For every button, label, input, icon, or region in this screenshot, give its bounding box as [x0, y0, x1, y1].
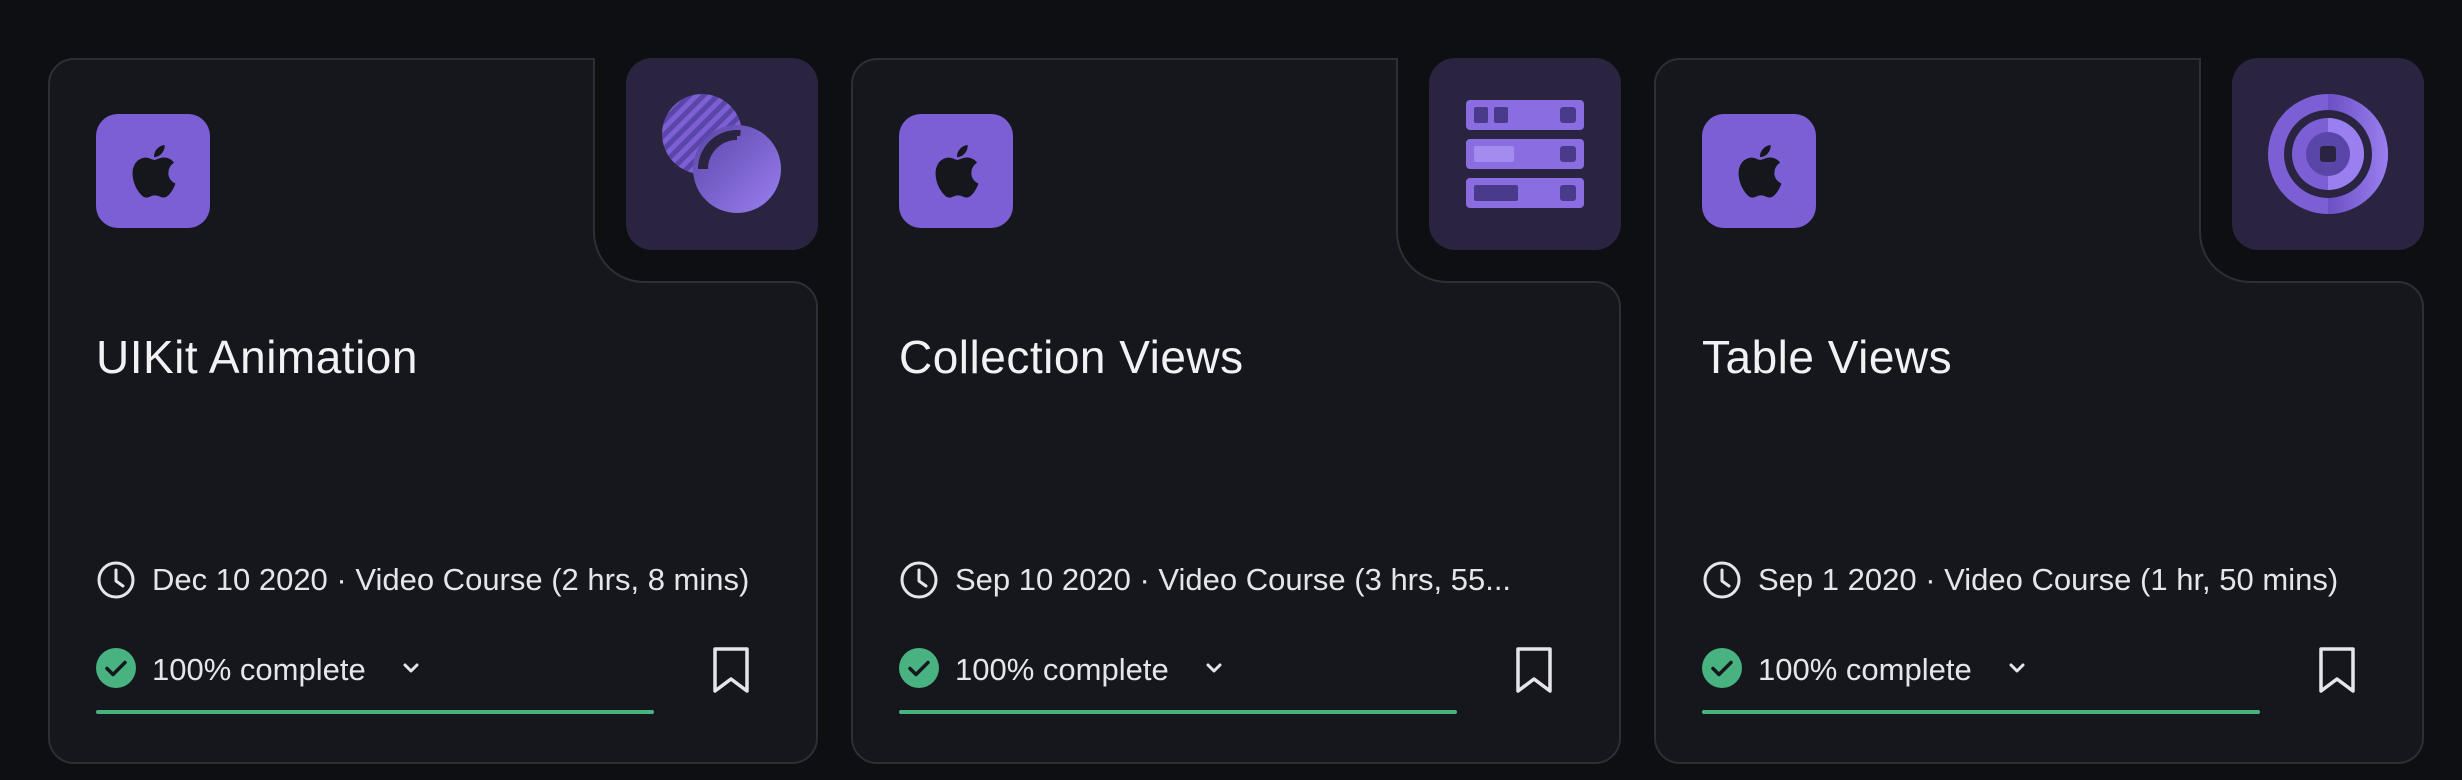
progress-row: 100% complete — [899, 646, 1579, 694]
progress-bar-fill — [1702, 710, 2260, 714]
course-card[interactable]: Collection Views Sep 10 2020 · Video Cou… — [851, 58, 1621, 764]
check-circle-icon — [1702, 648, 1742, 688]
course-meta: Dec 10 2020 · Video Course (2 hrs, 8 min… — [96, 558, 749, 602]
progress-label: 100% complete — [152, 652, 366, 687]
progress-bar — [899, 710, 1457, 714]
stacked-rows-icon — [1466, 100, 1584, 208]
course-meta: Sep 10 2020 · Video Course (3 hrs, 55... — [899, 558, 1511, 602]
target-ring-icon — [2268, 94, 2388, 214]
progress-row: 100% complete — [1702, 646, 2382, 694]
course-title[interactable]: UIKit Animation — [96, 330, 418, 384]
bookmark-icon[interactable] — [710, 646, 752, 694]
apple-icon — [132, 145, 176, 198]
course-title[interactable]: Table Views — [1702, 330, 1952, 384]
course-title[interactable]: Collection Views — [899, 330, 1244, 384]
chevron-down-icon[interactable] — [2006, 660, 2028, 676]
bookmark-icon[interactable] — [2316, 646, 2358, 694]
progress-bar — [96, 710, 654, 714]
platform-badge — [899, 114, 1013, 228]
progress-row: 100% complete — [96, 646, 776, 694]
course-card-strip: UIKit Animation Dec 10 2020 · Video Cour… — [0, 0, 2462, 780]
platform-badge — [1702, 114, 1816, 228]
check-circle-icon — [899, 648, 939, 688]
clock-icon — [1703, 561, 1741, 599]
clock-icon — [900, 561, 938, 599]
platform-badge — [96, 114, 210, 228]
progress-bar-fill — [899, 710, 1457, 714]
apple-icon — [1738, 145, 1782, 198]
progress-bar-fill — [96, 710, 654, 714]
course-meta-text: Sep 1 2020 · Video Course (1 hr, 50 mins… — [1758, 562, 2339, 597]
check-circle-icon — [96, 648, 136, 688]
apple-icon — [935, 145, 979, 198]
bookmark-icon[interactable] — [1513, 646, 1555, 694]
chevron-down-icon[interactable] — [400, 660, 422, 676]
course-meta-text: Sep 10 2020 · Video Course (3 hrs, 55... — [955, 562, 1512, 597]
overlapping-circles-icon — [662, 94, 781, 213]
course-meta: Sep 1 2020 · Video Course (1 hr, 50 mins… — [1702, 558, 2338, 602]
course-thumbnail — [2232, 58, 2424, 250]
chevron-down-icon[interactable] — [1203, 660, 1225, 676]
course-thumbnail — [1429, 58, 1621, 250]
progress-label: 100% complete — [955, 652, 1169, 687]
progress-label: 100% complete — [1758, 652, 1972, 687]
clock-icon — [97, 561, 135, 599]
progress-bar — [1702, 710, 2260, 714]
course-meta-text: Dec 10 2020 · Video Course (2 hrs, 8 min… — [152, 562, 750, 597]
course-card[interactable]: Table Views Sep 1 2020 · Video Course (1… — [1654, 58, 2424, 764]
course-thumbnail — [626, 58, 818, 250]
course-card[interactable]: UIKit Animation Dec 10 2020 · Video Cour… — [48, 58, 818, 764]
